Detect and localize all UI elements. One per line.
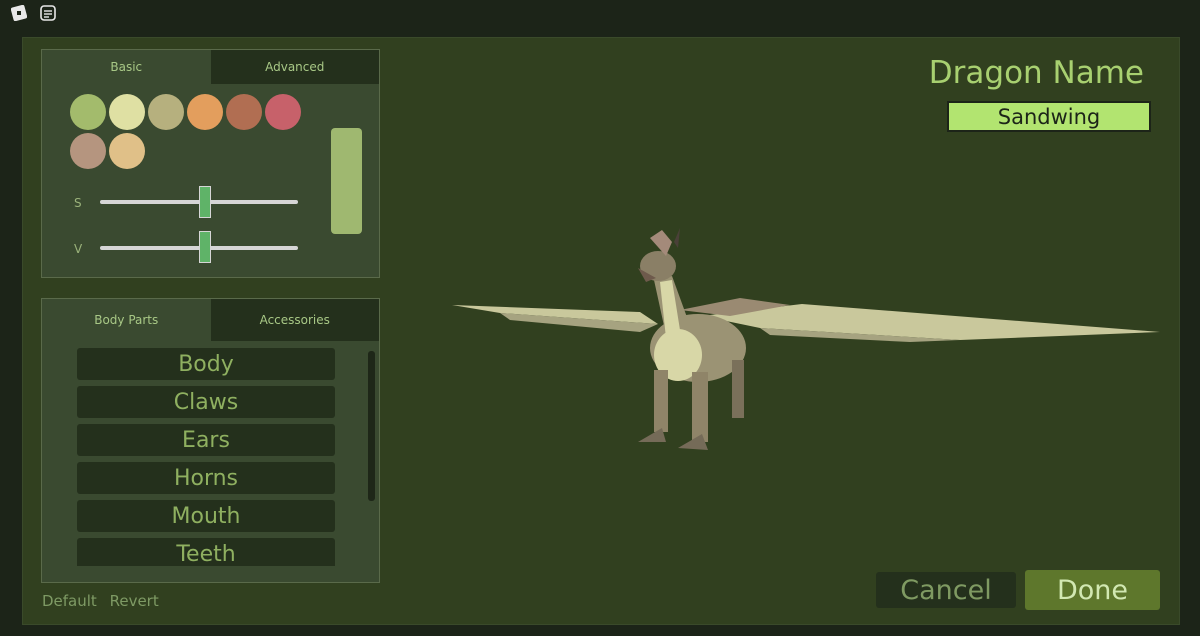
color-swatch[interactable] xyxy=(265,94,301,130)
parts-panel: Body Parts Accessories Body Claws Ears Horn… xyxy=(41,298,380,583)
back-leg xyxy=(732,360,744,418)
part-item[interactable]: Horns xyxy=(77,462,335,494)
color-swatch[interactable] xyxy=(148,94,184,130)
part-item[interactable]: Ears xyxy=(77,424,335,456)
tab-advanced[interactable]: Advanced xyxy=(210,50,379,84)
done-button[interactable]: Done xyxy=(1025,570,1160,610)
front-right-leg xyxy=(692,372,708,442)
saturation-slider-thumb[interactable] xyxy=(198,186,211,218)
part-item[interactable]: Mouth xyxy=(77,500,335,532)
dragon-name-title: Dragon Name xyxy=(928,55,1144,91)
color-swatch[interactable] xyxy=(226,94,262,130)
color-swatch[interactable] xyxy=(109,133,145,169)
dragon-model-preview xyxy=(452,228,1160,450)
color-panel: Basic Advanced S V xyxy=(41,49,380,278)
tab-basic[interactable]: Basic xyxy=(42,50,211,84)
dragon-name-input[interactable]: Sandwing xyxy=(947,101,1151,132)
front-left-leg xyxy=(654,370,668,432)
part-item[interactable]: Teeth xyxy=(77,538,335,566)
revert-link[interactable]: Revert xyxy=(110,592,159,610)
selected-color-preview xyxy=(331,128,362,234)
color-swatch[interactable] xyxy=(187,94,223,130)
parts-list: Body Claws Ears Horns Mouth Teeth xyxy=(77,348,335,566)
value-label: V xyxy=(74,242,83,256)
parts-list-viewport: Body Claws Ears Horns Mouth Teeth xyxy=(42,342,379,566)
default-link[interactable]: Default xyxy=(42,592,97,610)
tab-body-parts[interactable]: Body Parts xyxy=(42,299,211,341)
dragon-horn xyxy=(674,228,680,248)
parts-scrollbar[interactable] xyxy=(368,351,375,501)
part-item[interactable]: Body xyxy=(77,348,335,380)
tab-accessories[interactable]: Accessories xyxy=(210,299,379,341)
color-swatches xyxy=(70,94,310,169)
part-item[interactable]: Claws xyxy=(77,386,335,418)
value-slider-thumb[interactable] xyxy=(198,231,211,263)
color-swatch[interactable] xyxy=(70,94,106,130)
color-swatch[interactable] xyxy=(109,94,145,130)
bottom-links: Default Revert xyxy=(42,592,167,610)
roblox-logo-icon[interactable] xyxy=(10,4,28,22)
chat-icon[interactable] xyxy=(40,5,56,21)
cancel-button[interactable]: Cancel xyxy=(876,572,1016,608)
saturation-label: S xyxy=(74,196,82,210)
left-foot xyxy=(638,428,666,442)
color-swatch[interactable] xyxy=(70,133,106,169)
